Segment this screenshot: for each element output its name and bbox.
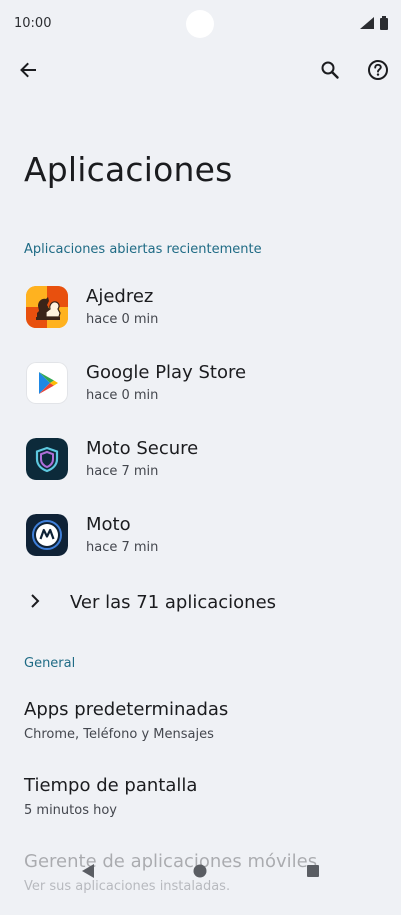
app-row-ajedrez[interactable]: Ajedrez hace 0 min <box>0 276 401 352</box>
search-icon <box>321 61 339 79</box>
chevron-right-icon <box>31 594 40 608</box>
triangle-back-icon <box>82 864 94 878</box>
moto-app-icon <box>26 514 68 556</box>
app-name: Ajedrez <box>86 286 154 307</box>
see-all-apps-label: Ver las 71 aplicaciones <box>70 592 277 613</box>
app-name: Moto <box>86 514 131 535</box>
top-app-bar <box>0 50 401 90</box>
general-header: General <box>24 656 76 671</box>
setting-subtitle: 5 minutos hoy <box>24 803 117 818</box>
help-button[interactable] <box>360 52 396 88</box>
app-time: hace 7 min <box>86 464 159 479</box>
default-apps-item[interactable]: Apps predeterminadas Chrome, Teléfono y … <box>0 699 401 763</box>
help-icon <box>368 60 388 80</box>
circle-home-icon <box>193 864 207 878</box>
status-bar: 10:00 <box>0 0 401 48</box>
app-time: hace 0 min <box>86 312 159 327</box>
screen-time-item[interactable]: Tiempo de pantalla 5 minutos hoy <box>0 775 401 839</box>
nav-back-button[interactable] <box>75 858 101 884</box>
setting-subtitle: Chrome, Teléfono y Mensajes <box>24 727 214 742</box>
arrow-back-icon <box>20 62 36 78</box>
moto-secure-icon <box>26 438 68 480</box>
play-store-icon <box>26 362 68 404</box>
setting-title: Tiempo de pantalla <box>24 775 198 796</box>
app-name: Google Play Store <box>86 362 247 383</box>
status-time: 10:00 <box>14 16 52 31</box>
app-time: hace 0 min <box>86 388 159 403</box>
square-recents-icon <box>307 865 319 877</box>
app-row-moto-secure[interactable]: Moto Secure hace 7 min <box>0 428 401 504</box>
back-button[interactable] <box>10 52 46 88</box>
app-time: hace 7 min <box>86 540 159 555</box>
signal-icon <box>360 17 374 29</box>
recent-apps-header: Aplicaciones abiertas recientemente <box>24 242 262 257</box>
see-all-apps-button[interactable]: Ver las 71 aplicaciones <box>0 582 401 626</box>
setting-title: Apps predeterminadas <box>24 699 229 720</box>
camera-cutout <box>186 10 214 38</box>
search-button[interactable] <box>312 52 348 88</box>
nav-home-button[interactable] <box>187 858 213 884</box>
app-row-moto[interactable]: Moto hace 7 min <box>0 504 401 580</box>
app-row-google-play-store[interactable]: Google Play Store hace 0 min <box>0 352 401 428</box>
battery-icon <box>380 16 388 30</box>
app-name: Moto Secure <box>86 438 199 459</box>
page-title: Aplicaciones <box>24 150 233 189</box>
chess-app-icon <box>26 286 68 328</box>
nav-recents-button[interactable] <box>300 858 326 884</box>
navigation-bar <box>0 848 401 892</box>
